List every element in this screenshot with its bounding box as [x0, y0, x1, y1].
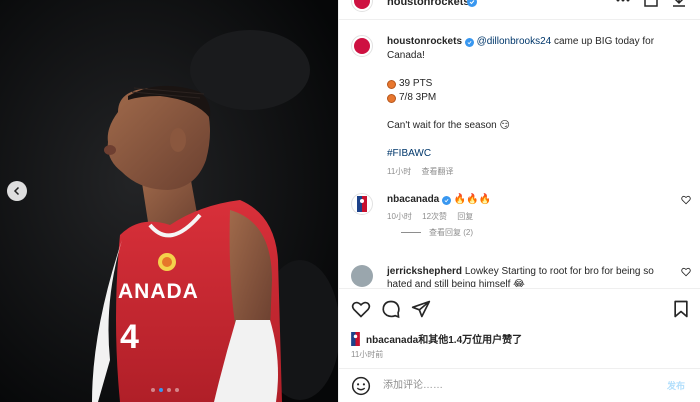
comment-time: 10小时	[387, 212, 412, 221]
heart-icon[interactable]	[351, 299, 371, 319]
account-avatar[interactable]	[351, 0, 373, 12]
nba-logo-icon	[357, 196, 367, 212]
verified-icon	[464, 38, 474, 47]
caption-avatar[interactable]	[351, 35, 373, 57]
comment-body: jerrickshepherd Lowkey Starting to root …	[387, 265, 675, 287]
bookmark-icon[interactable]	[671, 299, 691, 319]
rockets-logo-icon	[354, 38, 370, 54]
carousel-dot	[151, 388, 155, 392]
nba-logo-icon	[351, 331, 360, 346]
post-timestamp: 11小时前	[351, 350, 384, 359]
save-corner-icon[interactable]	[643, 0, 659, 8]
comment-text: 🔥🔥🔥	[453, 194, 492, 205]
comment-avatar[interactable]	[351, 265, 373, 287]
comment-input[interactable]	[383, 377, 643, 393]
chevron-left-icon	[13, 186, 20, 196]
share-icon[interactable]	[411, 299, 431, 319]
comment-body: nbacanada 🔥🔥🔥 10小时 12次赞 回复	[387, 193, 677, 223]
jersey-text: ANADA	[118, 280, 199, 303]
comment-likes[interactable]: 12次赞	[422, 212, 447, 221]
carousel-dot-active	[159, 388, 163, 392]
verified-icon	[442, 196, 452, 205]
carousel-dot	[167, 388, 171, 392]
see-translation-link[interactable]: 查看翻译	[422, 167, 454, 176]
basketball-icon	[387, 79, 396, 89]
previous-photo-button[interactable]	[7, 181, 27, 201]
post-actions: nbacanada和其他1.4万位用户赞了 11小时前	[339, 288, 700, 368]
carousel-dot	[175, 388, 179, 392]
comment-item: jerrickshepherd Lowkey Starting to root …	[351, 265, 691, 287]
mention-link[interactable]: @dillonbrooks24	[477, 36, 552, 47]
basketball-icon	[387, 93, 396, 103]
view-replies-toggle[interactable]: 查看回复 (2)	[401, 227, 473, 238]
likes-summary[interactable]: nbacanada和其他1.4万位用户赞了	[351, 331, 522, 346]
comment-avatar[interactable]	[351, 193, 373, 215]
more-icon[interactable]	[615, 0, 631, 8]
caption-line-2: Can't wait for the season 😏	[387, 120, 510, 131]
rockets-logo-icon	[354, 0, 370, 9]
post-comment-button[interactable]: 发布	[667, 379, 685, 392]
post-photo: ANADA 4	[0, 0, 338, 402]
verified-icon	[467, 0, 477, 7]
comment-username[interactable]: nbacanada	[387, 194, 439, 205]
stat-threes: 7/8 3PM	[387, 91, 687, 105]
heart-icon[interactable]	[681, 195, 691, 205]
jersey-number: 4	[120, 318, 139, 356]
header-username[interactable]: houstonrockets	[387, 0, 470, 8]
comment-meta: 10小时 12次赞 回复	[387, 210, 677, 223]
comment-reply-link[interactable]: 回复	[457, 212, 473, 221]
likes-count: 和其他1.4万位用户赞了	[418, 335, 523, 346]
header-icons	[615, 0, 687, 8]
likes-username[interactable]: nbacanada	[366, 335, 418, 346]
action-icons-row	[351, 299, 691, 321]
emoji-icon[interactable]	[351, 376, 371, 396]
player-photo-illustration	[0, 0, 338, 402]
comment-username[interactable]: jerrickshepherd	[387, 266, 462, 277]
comment-icon[interactable]	[381, 299, 401, 319]
carousel-dots	[151, 388, 179, 392]
download-icon[interactable]	[671, 0, 687, 8]
heart-icon[interactable]	[681, 267, 691, 277]
caption-time: 11小时	[387, 167, 412, 176]
caption-username[interactable]: houstonrockets	[387, 36, 462, 47]
hashtag-link[interactable]: #FIBAWC	[387, 147, 687, 161]
stat-points: 39 PTS	[387, 77, 687, 91]
caption-meta: 11小时 查看翻译	[387, 165, 687, 179]
reply-divider	[401, 232, 421, 233]
post-header: houstonrockets	[339, 0, 700, 20]
post-detail-panel: houstonrockets houstonrockets @dillonbro…	[338, 0, 700, 402]
add-comment-bar: 发布	[339, 368, 700, 402]
caption-body: houstonrockets @dillonbrooks24 came up B…	[387, 35, 687, 179]
